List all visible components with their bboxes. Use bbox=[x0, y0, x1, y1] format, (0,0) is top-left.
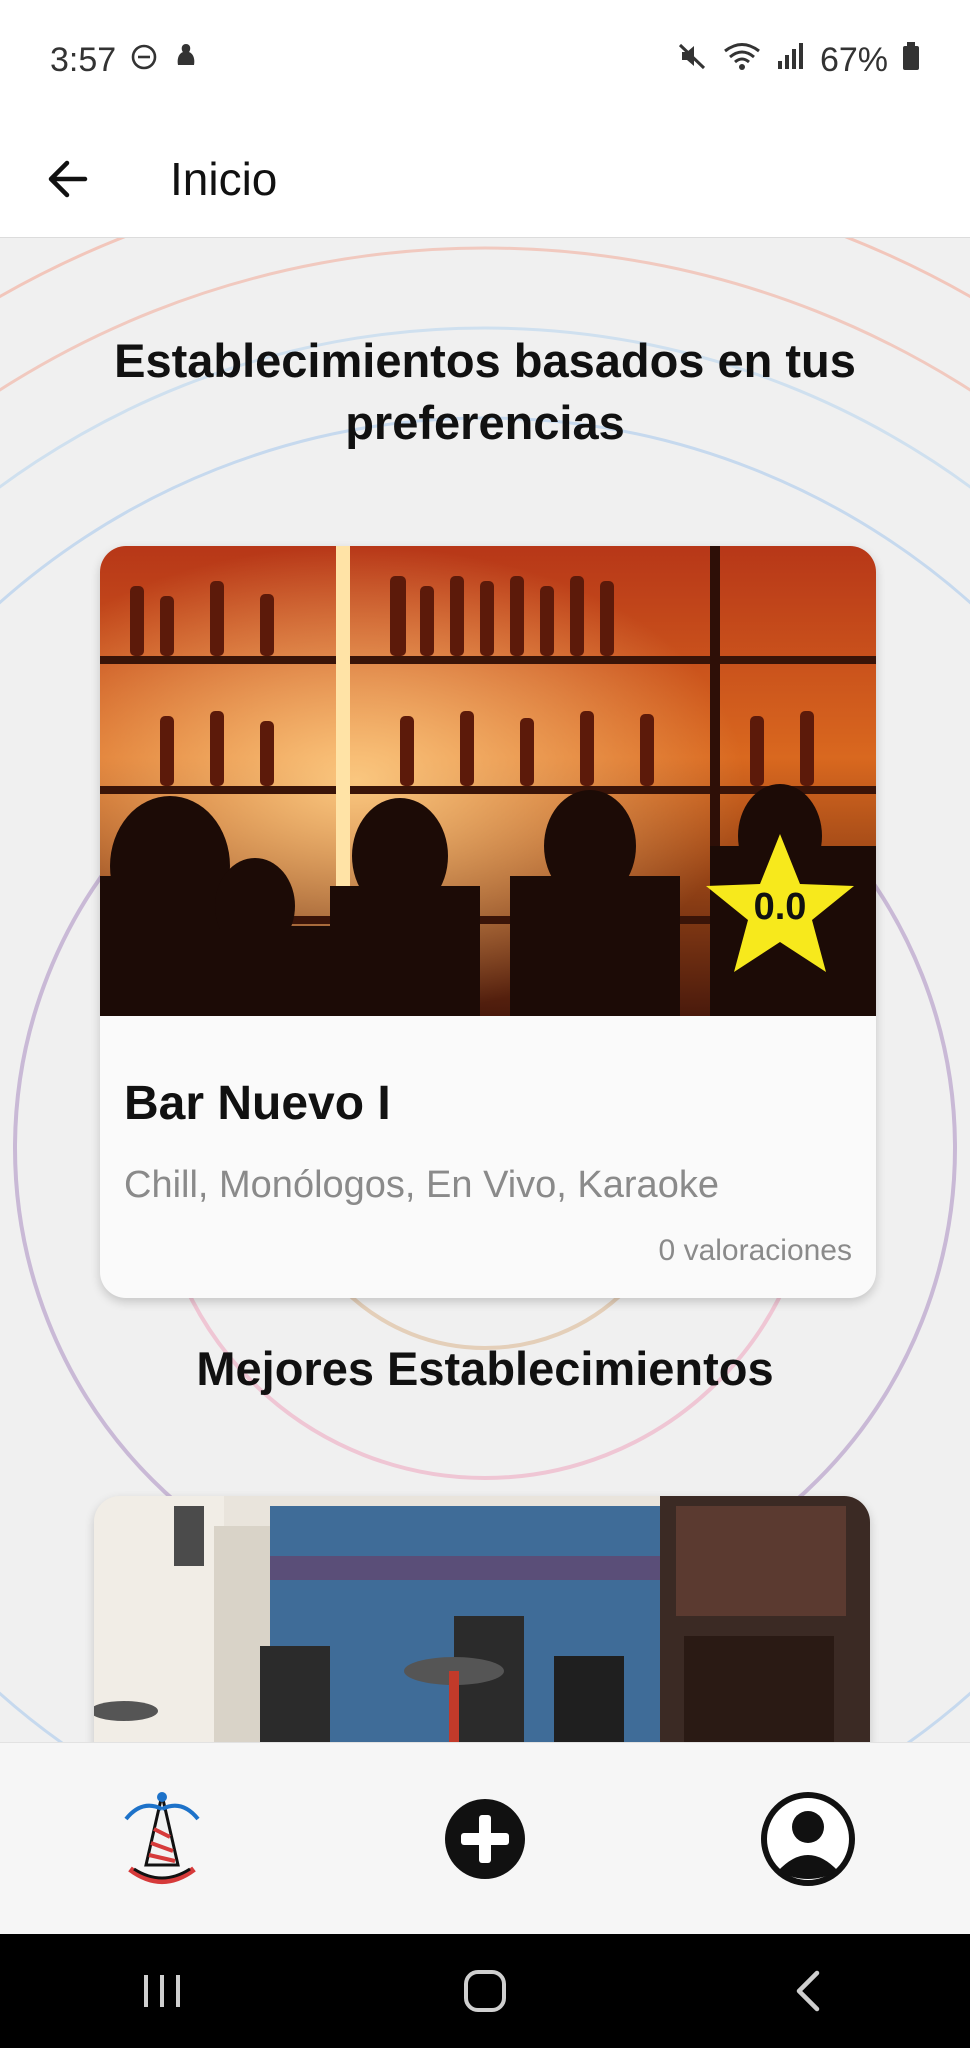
status-bar: 3:57 67% bbox=[0, 0, 970, 120]
back-button[interactable] bbox=[22, 134, 112, 224]
system-navigation bbox=[0, 1934, 970, 2048]
nav-profile-button[interactable] bbox=[743, 1774, 873, 1904]
battery-icon bbox=[902, 41, 920, 80]
home-button[interactable] bbox=[430, 1946, 540, 2036]
battery-text: 67% bbox=[819, 40, 888, 79]
status-right: 67% bbox=[676, 41, 920, 80]
establishment-tags: Chill, Monólogos, En Vivo, Karaoke bbox=[124, 1164, 719, 1206]
arrow-left-icon bbox=[48, 160, 88, 197]
review-count: 0 valoraciones bbox=[658, 1234, 852, 1267]
recents-icon bbox=[143, 1975, 180, 2007]
establishment-card[interactable]: 0.0 Bar Nuevo I Chill, Monólogos, En Viv… bbox=[100, 546, 876, 1298]
preferences-section-title: Establecimientos basados en tus preferen… bbox=[114, 334, 856, 449]
nav-home-button[interactable] bbox=[97, 1774, 227, 1904]
rating-badge: 0.0 bbox=[702, 830, 858, 978]
app-bar: Inicio bbox=[0, 120, 970, 238]
page-title: Inicio bbox=[170, 152, 278, 205]
party-hat-icon bbox=[124, 1792, 200, 1884]
status-time: 3:57 bbox=[50, 40, 117, 79]
status-left: 3:57 bbox=[50, 41, 200, 80]
bottom-navigation bbox=[0, 1742, 970, 1935]
back-icon bbox=[797, 1970, 820, 2012]
home-icon bbox=[463, 1970, 506, 2012]
do-not-disturb-icon bbox=[130, 41, 158, 80]
main-content[interactable]: Establecimientos basados en tus preferen… bbox=[0, 238, 970, 1742]
recents-button[interactable] bbox=[107, 1946, 217, 2036]
nav-add-button[interactable] bbox=[420, 1774, 550, 1904]
notification-icon bbox=[172, 41, 200, 80]
best-section-title: Mejores Establecimientos bbox=[196, 1342, 774, 1395]
best-establishment-card[interactable] bbox=[94, 1496, 870, 1742]
add-circle-icon bbox=[444, 1799, 525, 1879]
street-bar-image[interactable] bbox=[94, 1496, 870, 1742]
system-back-button[interactable] bbox=[753, 1946, 863, 2036]
mute-icon bbox=[676, 41, 708, 80]
establishment-name: Bar Nuevo I bbox=[124, 1077, 391, 1130]
rating-value: 0.0 bbox=[753, 886, 807, 928]
wifi-icon bbox=[722, 41, 762, 80]
signal-icon bbox=[776, 41, 806, 80]
profile-icon bbox=[761, 1792, 856, 1886]
